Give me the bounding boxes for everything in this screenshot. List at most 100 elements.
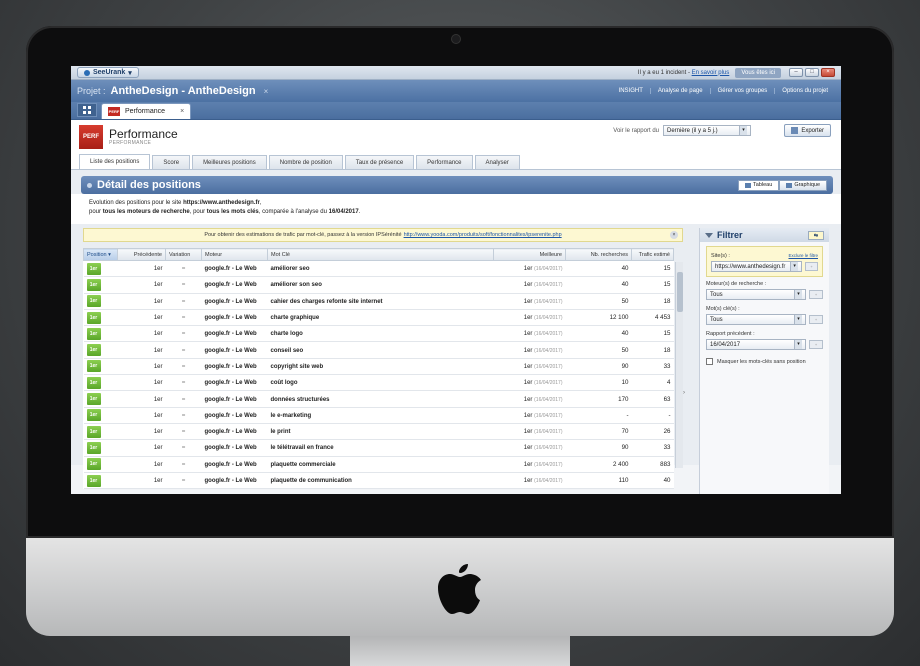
best-rank: 1er [523,396,533,403]
col-nb-recherches[interactable]: Nb. recherches [565,248,632,261]
table-row[interactable]: 1er 1er = google.fr - Le Web améliorer son s… [83,276,674,294]
col-mot-cle[interactable]: Mot Clé [267,248,494,261]
tab-performance[interactable]: PERF Performance × [101,103,192,119]
table-row[interactable]: 1er 1er = google.fr - Le Web le e-marketing 1… [83,407,674,424]
prev-rank: 1er [153,331,163,338]
hide-unranked-row: Masquer les mots-clés sans position [706,358,823,365]
view-table-button[interactable]: Tableau [738,179,780,191]
col-precedente[interactable]: Précédente [117,248,166,261]
perf-badge-icon: PERF [108,107,120,116]
best-rank: 1er [523,429,533,436]
engine-select-value: Tous [710,291,723,298]
var-value: = [181,428,186,436]
tab-close-icon[interactable]: × [180,108,184,115]
report-add-button[interactable]: + [809,340,823,349]
variation-cell: = [165,390,202,408]
site-add-button[interactable]: + [805,262,818,271]
engine-add-button[interactable]: + [809,290,823,299]
col-meilleure[interactable]: Meilleure [493,248,566,261]
tab-nombre-position[interactable]: Nombre de position [268,155,343,169]
table-row[interactable]: 1er 1er = google.fr - Le Web données structu… [83,390,674,408]
keyword-select[interactable]: Tous ▾ [706,314,806,325]
link-analyse-page[interactable]: Analyse de page [649,88,710,94]
brand-menu-button[interactable]: SeeUrank ▾ [77,67,139,78]
col-variation[interactable]: Variation [165,248,202,261]
module-title: Performance [109,127,178,141]
site-select[interactable]: https://www.anthedesign.fr ▾ [711,261,803,272]
table-row[interactable]: 1er 1er = google.fr - Le Web copyright site … [83,358,674,376]
best-date: (16/04/2017) [534,282,563,289]
panel-collapse-handle[interactable]: › [683,390,689,396]
best-rank: 1er [523,331,533,338]
close-window-button[interactable]: × [821,68,835,77]
variation-cell: = [165,276,202,294]
hide-unranked-checkbox[interactable] [706,358,713,365]
link-manage-groups[interactable]: Gérer vos groupes [709,88,775,94]
tab-performance-sub[interactable]: Performance [416,155,473,169]
table-row[interactable]: 1er 1er = google.fr - Le Web le print 1er (16… [83,423,674,441]
tab-liste-positions[interactable]: Liste des positions [79,154,151,169]
table-row[interactable]: 1er 1er = google.fr - Le Web charte logo 1er … [83,325,674,343]
project-name[interactable]: AntheDesign - AntheDesign [111,85,256,97]
prev-rank: 1er [153,461,163,468]
project-close-icon[interactable]: × [264,87,269,96]
report-select[interactable]: Dernière (il y a 5 j.) ▾ [663,125,751,136]
user-button[interactable]: Vous êtes ici [735,67,781,78]
keyword-add-button[interactable]: + [809,315,823,324]
incident-text: Il y a eu 1 incident - [637,69,690,76]
table-row[interactable]: 1er 1er = google.fr - Le Web cahier des char… [83,293,674,310]
col-position[interactable]: Position ▾ [83,248,118,261]
col-moteur[interactable]: Moteur [201,248,268,261]
prev-rank: 1er [153,412,163,419]
keyword-cell: le télétravail en france [267,439,494,457]
table-row[interactable]: 1er 1er = google.fr - Le Web conseil seo 1er … [83,341,674,359]
position-badge: 1er [86,474,101,487]
app-titlebar: SeeUrank ▾ Il y a eu 1 incident - En sav… [71,66,841,80]
col-trafic-estime[interactable]: Trafic estimé [631,248,674,261]
table-scrollbar[interactable] [675,262,683,468]
keyword-cell: données structurées [267,390,494,408]
tab-taux-presence[interactable]: Taux de présence [344,155,415,169]
brand-logo-icon [84,69,90,76]
collapse-dot-icon[interactable] [87,182,92,188]
searches-value: 50 [621,346,629,354]
engine-label: google.fr - Le Web [204,380,257,387]
searches-value: 40 [621,265,629,273]
previous-report-select[interactable]: 16/04/2017 ▾ [706,339,806,350]
table-row[interactable]: 1er 1er = google.fr - Le Web charte graphiqu… [83,309,674,327]
minimize-button[interactable]: – [789,68,803,77]
table-row[interactable]: 1er 1er = google.fr - Le Web plaquette comme… [83,456,674,473]
tab-analyser[interactable]: Analyser [474,155,520,169]
tab-score[interactable]: Score [152,155,191,169]
searches-value: 10 [621,379,629,387]
engine-select[interactable]: Tous ▾ [706,289,806,300]
previous-cell: 1er [117,439,166,457]
section-header: Détail des positions Tableau Graphique [81,176,833,194]
table-row[interactable]: 1er 1er = google.fr - Le Web coût logo 1er (1… [83,374,674,392]
tab-meilleures-positions[interactable]: Meilleures positions [192,155,267,169]
incident-link[interactable]: En savoir plus [692,70,730,76]
table-row[interactable]: 1er 1er = google.fr - Le Web plaquette de co… [83,472,674,490]
scrollbar-thumb[interactable] [677,272,683,312]
site-select-value: https://www.anthedesign.fr [715,263,786,270]
link-project-options[interactable]: Options du projet [774,88,835,94]
export-button[interactable]: Exporter [784,124,831,137]
engine-select-row: Tous ▾ + [706,289,823,300]
searches-cell: 10 [565,374,632,392]
table-row[interactable]: 1er 1er = google.fr - Le Web améliorer seo 1e… [83,260,674,278]
engine-cell: google.fr - Le Web [201,374,268,392]
exclude-filter-link[interactable]: Exclure le filtre [788,253,818,259]
notice-link[interactable]: http://www.yooda.com/produits/soft/fonct… [404,232,562,238]
previous-cell: 1er [117,423,166,441]
view-chart-button[interactable]: Graphique [779,179,827,191]
keyword-label: le print [270,429,291,436]
traffic-cell: 63 [631,390,674,408]
grid-menu-button[interactable] [77,103,97,117]
table-row[interactable]: 1er 1er = google.fr - Le Web le télétravail … [83,439,674,457]
maximize-button[interactable]: □ [805,68,819,77]
engine-cell: google.fr - Le Web [201,423,268,441]
prev-rank: 1er [153,363,163,370]
filter-collapse-button[interactable]: ⇆ [808,230,824,240]
close-icon[interactable]: × [670,231,678,239]
link-insight[interactable]: INSIGHT [612,88,650,94]
